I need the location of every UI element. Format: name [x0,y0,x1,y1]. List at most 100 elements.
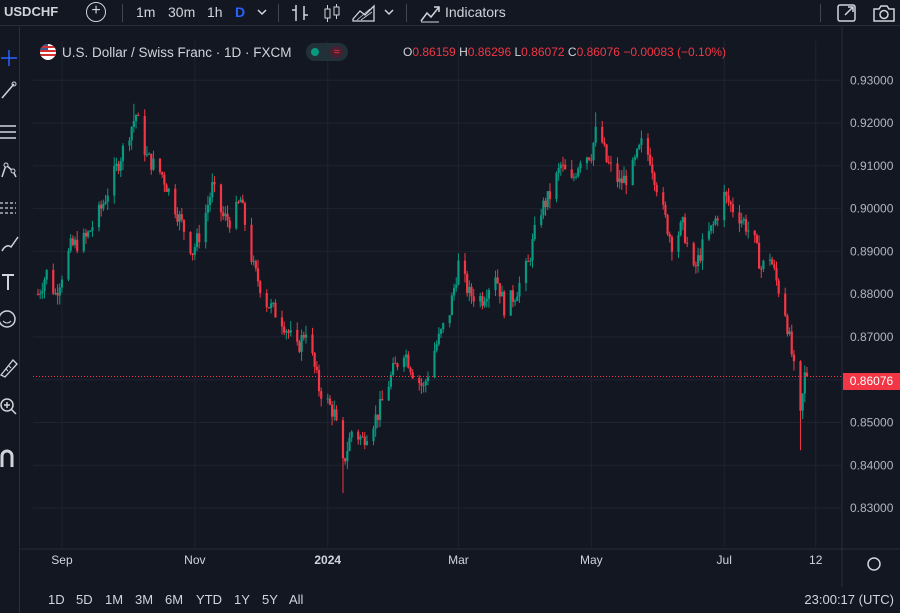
candle-body [330,404,334,417]
brush-icon[interactable] [0,233,20,255]
candle-body [622,175,626,184]
ruler-icon[interactable] [0,357,20,379]
interval-1h[interactable]: 1h [207,4,223,20]
candle-body [180,214,183,220]
candle-body [58,287,61,296]
high-value: 0.86296 [467,45,512,59]
patterns-icon[interactable] [0,159,20,181]
candle-body [670,236,674,252]
candle-body [298,341,301,352]
candles-icon[interactable] [322,2,342,24]
candle-body [742,219,745,221]
range-5y[interactable]: 5Y [262,592,278,607]
candle-body [391,363,395,375]
high-label: H [459,45,468,59]
candle-body [533,224,536,240]
camera-icon[interactable] [872,2,896,24]
candle-body [529,260,532,262]
chevron-down-icon[interactable] [383,6,395,18]
y-tick-label: 0.92000 [850,116,894,130]
interval-30m[interactable]: 30m [168,4,195,20]
candle-body [605,144,608,162]
candle-body [176,214,179,222]
bar-style-icon[interactable] [290,2,310,24]
low-value: 0.86072 [521,45,565,59]
zoom-icon[interactable] [0,395,20,417]
candle-body [747,230,750,232]
market-status-pill[interactable]: ≈ [305,43,348,61]
candle-body [540,215,543,225]
candle-body [228,220,231,229]
candle-body [91,227,94,231]
candle-body [799,361,802,411]
candle-body [115,163,118,166]
range-1y[interactable]: 1Y [234,592,250,607]
settings-icon[interactable] [867,557,881,571]
utc-clock[interactable]: 23:00:17 (UTC) [804,592,894,607]
candle-body [692,243,695,266]
fullscreen-icon[interactable] [836,2,858,24]
indicators-icon[interactable] [419,2,441,24]
candle-body [655,185,658,193]
candle-body [359,436,362,440]
candle-body [193,247,196,255]
y-tick-label: 0.90000 [850,202,894,216]
candle-body [466,273,469,294]
trend-line-icon[interactable] [0,80,20,102]
interval-d[interactable]: D [235,4,245,20]
candle-body [450,295,454,316]
candle-body [119,161,122,171]
candle-body [272,302,275,304]
fib-icon[interactable] [0,121,20,143]
interval-1m[interactable]: 1m [136,4,155,20]
candle-body [407,354,410,368]
candle-body [723,192,726,221]
area-icon[interactable] [352,2,376,24]
range-ytd[interactable]: YTD [196,592,222,607]
range-6m[interactable]: 6M [165,592,183,607]
candle-body [222,212,225,217]
candle-body [326,398,329,400]
candle-body [54,293,57,295]
candle-body [350,431,353,438]
candle-body [121,145,125,162]
range-3m[interactable]: 3M [135,592,153,607]
open-value: 0.86159 [412,45,456,59]
indicators-button[interactable]: Indicators [445,4,506,20]
magnet-icon[interactable] [0,447,20,469]
candle-body [609,162,613,164]
range-1d[interactable]: 1D [48,592,65,607]
candle-body [437,333,440,345]
candle-body [790,331,793,355]
text-icon[interactable] [0,271,20,293]
candle-body [137,115,140,117]
crosshair-icon[interactable] [0,47,20,69]
candle-body [365,441,369,445]
candle-body [346,450,349,462]
forecast-icon[interactable] [0,197,20,219]
divider [820,4,821,22]
candle-body [677,235,680,252]
candle-body [801,393,804,411]
candle-body [555,173,558,200]
candle-body [803,372,806,394]
chevron-down-icon[interactable] [256,6,268,18]
range-all[interactable]: All [289,592,303,607]
divider [122,4,123,22]
candle-body [531,239,534,261]
range-5d[interactable]: 5D [76,592,93,607]
price-chart[interactable]: 0.93000 0.92000 0.91000 0.90000 0.89000 0.880… [21,27,900,587]
candle-body [729,202,732,205]
candle-body [117,163,120,171]
emoji-icon[interactable] [0,308,20,330]
symbol-search[interactable]: USDCHF [4,4,58,19]
y-tick-label: 0.91000 [850,159,894,173]
candle-body [317,369,321,392]
candle-body [267,307,271,309]
candle-body [361,436,364,438]
range-1m[interactable]: 1M [105,592,123,607]
close-label: C [567,45,577,59]
candle-body [36,294,40,296]
add-symbol-icon[interactable]: + [86,2,106,22]
chart-title[interactable]: U.S. Dollar / Swiss Franc · 1D · FXCM [62,45,292,60]
